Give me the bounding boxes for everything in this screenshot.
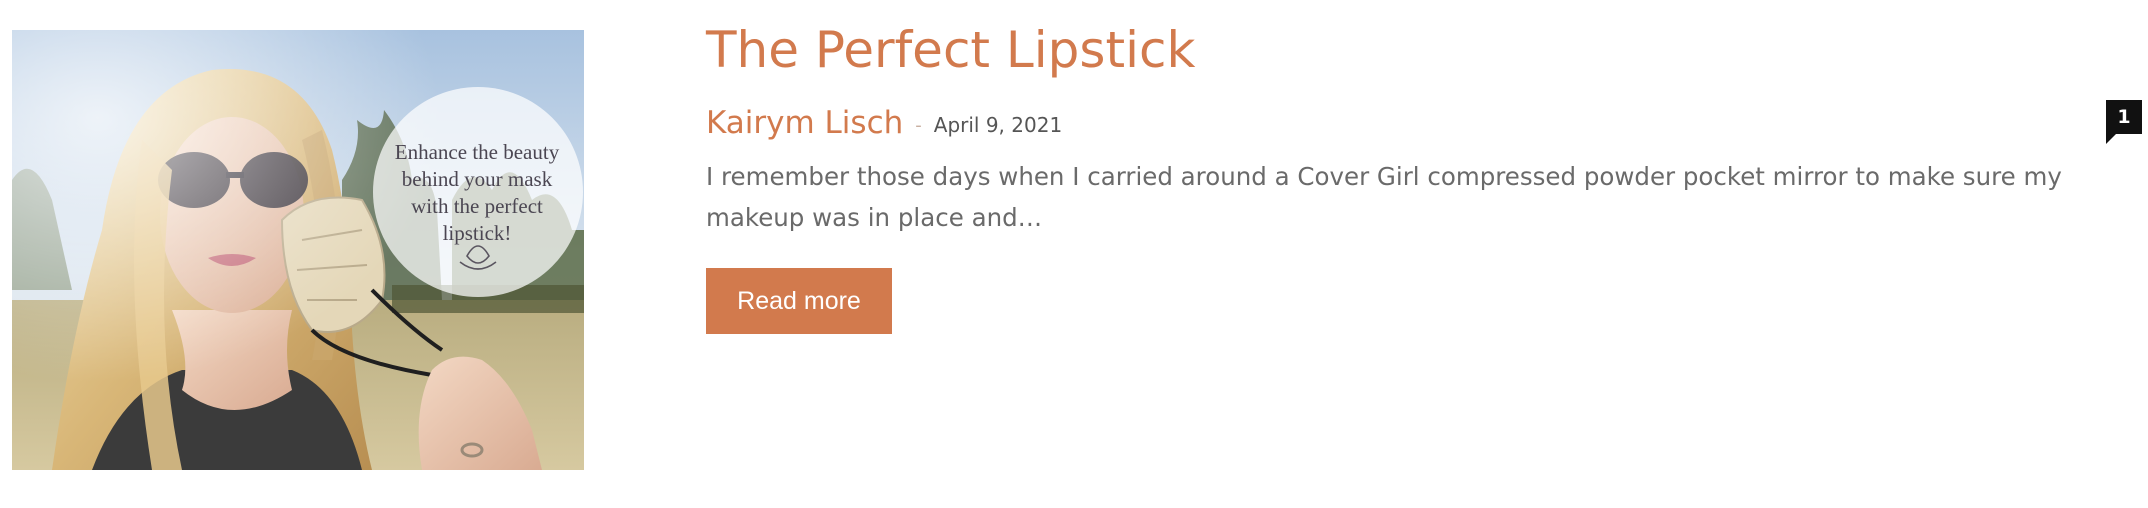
post-meta: Kairym Lisch - April 9, 2021 [706,102,1062,144]
post-date: April 9, 2021 [933,113,1063,137]
meta-separator: - [915,114,922,136]
post-title-link[interactable]: The Perfect Lipstick [706,18,1195,82]
speech-bubble-icon[interactable]: 1 [2106,100,2142,144]
comment-count: 1 [2117,106,2131,128]
thumbnail-caption: Enhance the beauty behind your mask with… [394,140,560,245]
post-thumbnail[interactable]: Enhance the beauty behind your mask with… [12,30,584,470]
author-link[interactable]: Kairym Lisch [706,105,903,141]
post-excerpt: I remember those days when I carried aro… [706,162,2062,232]
post-content: The Perfect Lipstick Kairym Lisch - Apri… [706,0,2146,508]
read-more-button[interactable]: Read more [706,268,892,334]
blog-post-card: Enhance the beauty behind your mask with… [0,0,2148,508]
